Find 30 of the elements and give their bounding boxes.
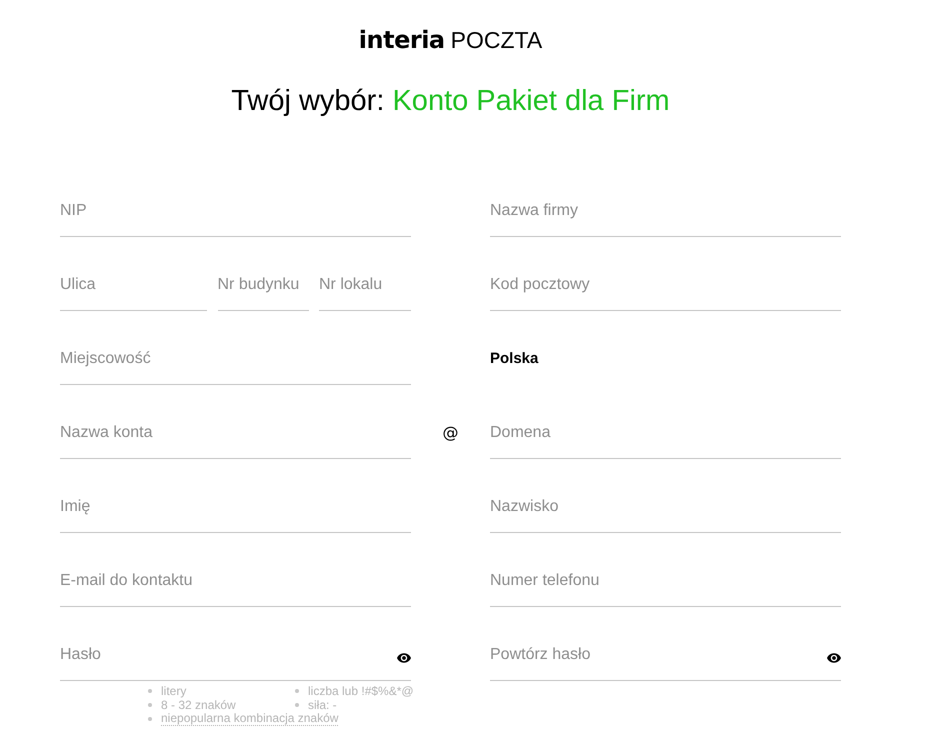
bullet-icon	[148, 689, 152, 693]
page-title: Twój wybór: Konto Pakiet dla Firm	[231, 84, 670, 119]
input-field[interactable]: Kod pocztowy	[490, 259, 841, 311]
input-field[interactable]: Nazwisko	[490, 481, 841, 533]
input-field[interactable]: E-mail do kontaktu	[60, 555, 411, 607]
password-field[interactable]: Powtórz hasło	[490, 629, 841, 681]
password-rule: siła: -	[308, 698, 337, 712]
input-field[interactable]: Nazwa firmy	[490, 185, 841, 237]
input-field[interactable]: Numer telefonu	[490, 555, 841, 607]
input-field[interactable]: Domena	[490, 407, 841, 459]
product-name: POCZTA	[450, 27, 542, 53]
eye-icon[interactable]	[827, 653, 841, 663]
input-field[interactable]: NIP	[60, 185, 411, 237]
input-field[interactable]: Ulica	[60, 259, 207, 311]
password-rule: litery	[161, 684, 186, 698]
input-field[interactable]: Miejscowość	[60, 333, 411, 385]
password-rule: liczba lub !#$%&*@	[308, 684, 414, 698]
eye-icon[interactable]	[397, 653, 411, 663]
input-field[interactable]: Nazwa konta	[60, 407, 411, 459]
at-sign: @	[442, 422, 458, 444]
bullet-icon	[295, 703, 299, 707]
input-field[interactable]: Imię	[60, 481, 411, 533]
bullet-icon	[148, 703, 152, 707]
country-select[interactable]: Polska	[490, 350, 538, 368]
input-field[interactable]: Nr budynku	[218, 259, 308, 311]
brand-wordmark[interactable]: interia	[358, 27, 445, 53]
bullet-icon	[295, 689, 299, 693]
bullet-icon	[148, 717, 152, 721]
password-rule: 8 - 32 znaków	[161, 698, 236, 712]
input-field[interactable]: Nr lokalu	[319, 259, 411, 311]
